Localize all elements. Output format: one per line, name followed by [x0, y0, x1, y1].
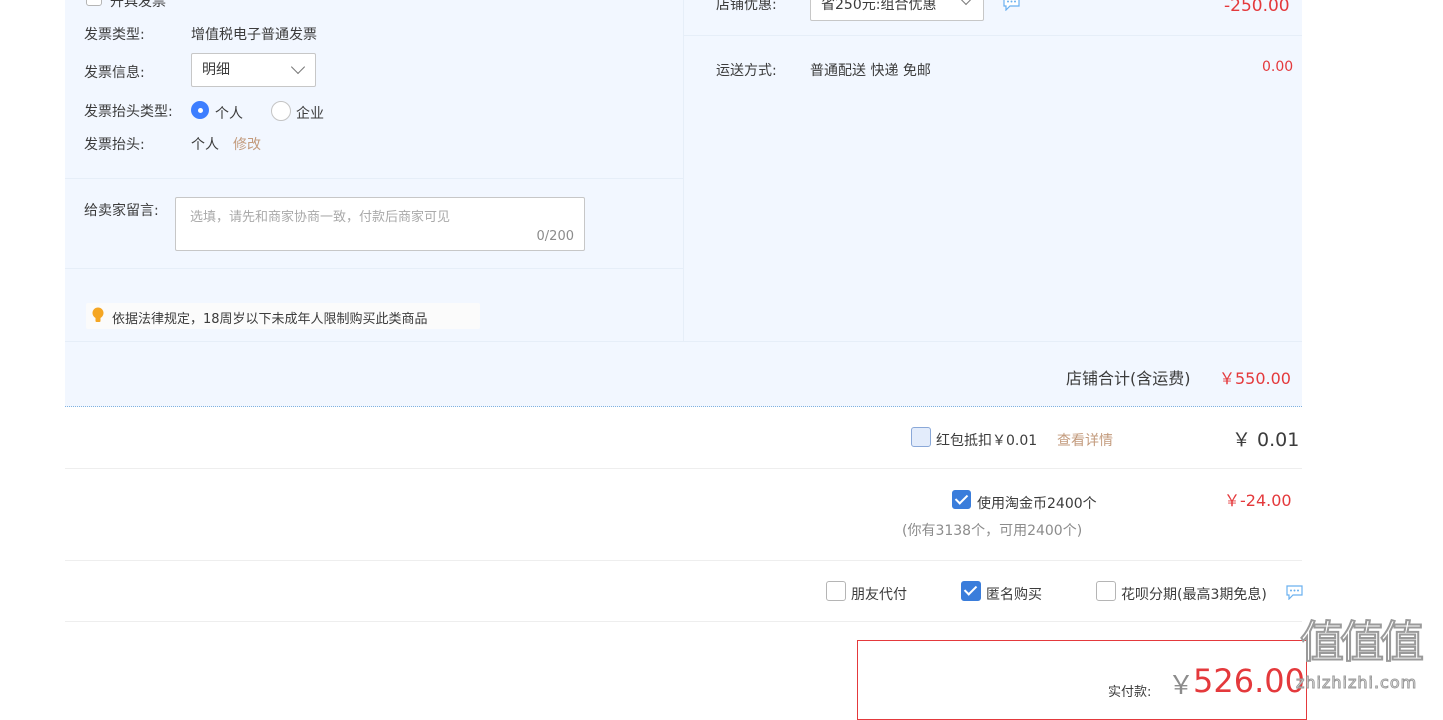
invoice-checkbox[interactable] [86, 0, 102, 6]
invoice-top-label: 开具发票 [110, 0, 166, 10]
invoice-info-select[interactable]: 明细 [191, 53, 316, 87]
divider [65, 621, 1302, 622]
invoice-header-type-label: 发票抬头类型: [84, 104, 173, 120]
divider [65, 560, 1302, 561]
anonymous-label: 匿名购买 [986, 587, 1042, 603]
message-textarea[interactable]: 选填，请先和商家协商一致，付款后商家可见 0/200 [175, 197, 585, 251]
invoice-header-value: 个人 [191, 137, 219, 153]
panel-divider [683, 0, 684, 341]
invoice-info-selected: 明细 [202, 62, 230, 78]
invoice-type-value: 增值税电子普通发票 [191, 27, 317, 43]
notice-box: 依据法律规定，18周岁以下未成年人限制购买此类商品 [86, 303, 480, 329]
message-label: 给卖家留言: [84, 203, 159, 219]
radio-company-label[interactable]: 企业 [296, 103, 324, 123]
redpacket-checkbox[interactable] [911, 427, 931, 447]
friend-pay-checkbox[interactable] [826, 581, 846, 601]
chat-icon[interactable] [1286, 585, 1303, 600]
bulb-icon [92, 307, 104, 322]
modify-link[interactable]: 修改 [233, 134, 261, 154]
shipping-label: 运送方式: [716, 63, 777, 79]
shipping-value: 普通配送 快递 免邮 [810, 63, 931, 79]
divider [65, 268, 683, 269]
redpacket-details-link[interactable]: 查看详情 [1057, 430, 1113, 450]
shipping-amount: 0.00 [1262, 59, 1294, 75]
friend-pay-label: 朋友代付 [851, 587, 907, 603]
radio-company[interactable] [271, 101, 291, 121]
shop-discount-amount: -250.00 [1224, 0, 1290, 16]
huabei-label: 花呗分期(最高3期免息) [1121, 587, 1267, 603]
invoice-header-label: 发票抬头: [84, 137, 145, 153]
huabei-checkbox[interactable] [1096, 581, 1116, 601]
anonymous-checkbox[interactable] [961, 581, 981, 601]
payment-label: 实付款: [1108, 685, 1152, 700]
divider [65, 341, 1302, 342]
message-placeholder: 选填，请先和商家协商一致，付款后商家可见 [190, 210, 451, 225]
chevron-down-icon [958, 0, 974, 6]
payment-currency: ￥ [1168, 671, 1195, 701]
chat-icon[interactable] [1003, 0, 1020, 11]
coins-sub: (你有3138个，可用2400个) [902, 523, 1083, 539]
invoice-type-label: 发票类型: [84, 27, 145, 43]
chevron-down-icon [290, 59, 306, 75]
radio-personal-label[interactable]: 个人 [215, 103, 243, 123]
shop-discount-label: 店铺优惠: [716, 0, 777, 13]
notice-text: 依据法律规定，18周岁以下未成年人限制购买此类商品 [112, 312, 428, 327]
watermark-site: zhizhizhi.com [1295, 673, 1418, 693]
shop-total-label: 店铺合计(含运费) [1066, 369, 1191, 388]
watermark: 值值值 zhizhizhi.com [1295, 616, 1443, 702]
coins-checkbox[interactable] [952, 490, 971, 509]
divider [65, 468, 1302, 469]
invoice-info-label: 发票信息: [84, 65, 145, 81]
divider [65, 178, 683, 179]
message-counter: 0/200 [536, 229, 574, 244]
coins-amount: ￥-24.00 [1224, 491, 1292, 510]
shop-total-amount: ￥550.00 [1219, 369, 1291, 388]
shop-discount-selected: 省250元:组合优惠 [821, 0, 937, 13]
watermark-logo: 值值值 [1299, 616, 1425, 669]
redpacket-label: 红包抵扣￥0.01 [936, 433, 1038, 449]
shop-discount-select[interactable]: 省250元:组合优惠 [810, 0, 984, 21]
redpacket-amount: ￥ 0.01 [1232, 429, 1300, 451]
payment-amount: 526.00 [1193, 662, 1305, 700]
divider [684, 35, 1302, 36]
coins-label: 使用淘金币2400个 [977, 496, 1097, 512]
radio-personal[interactable] [191, 101, 209, 119]
